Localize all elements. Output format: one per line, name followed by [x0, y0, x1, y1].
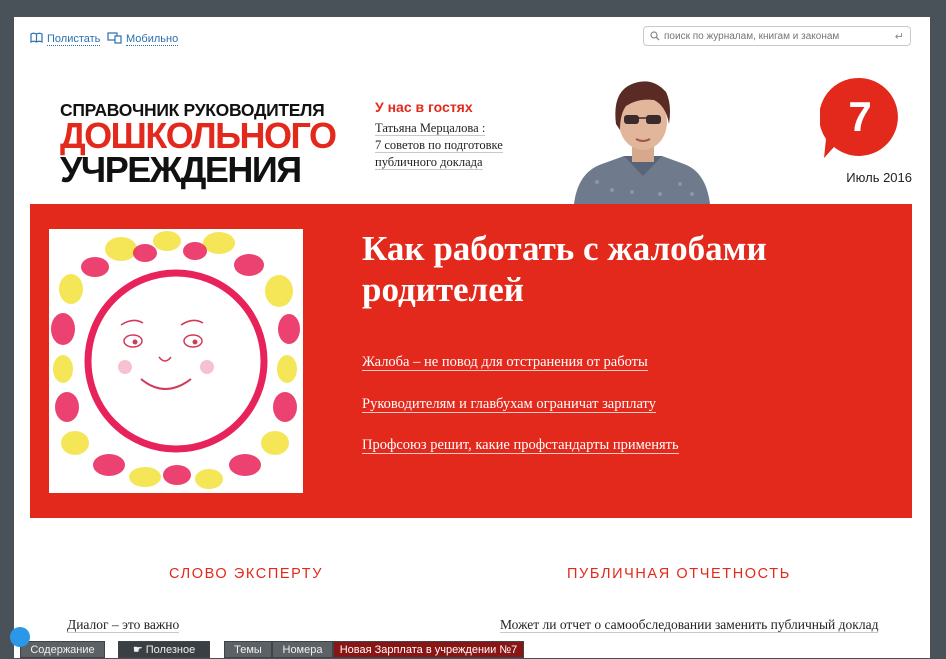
guest-block: У нас в гостях Татьяна Мерцалова : 7 сов…: [375, 99, 575, 171]
book-icon: [30, 32, 43, 46]
magazine-page: Полистать Мобильно ↵ СПРАВОЧНИК РУКОВОДИ…: [14, 17, 930, 658]
issue-number: 7: [848, 93, 872, 140]
enter-icon[interactable]: ↵: [895, 30, 904, 43]
article-link-reporting[interactable]: Может ли отчет о самообследовании замени…: [500, 616, 880, 634]
promo-tab[interactable]: Новая Зарплата в учреждении №7: [333, 641, 524, 658]
cover-link-3-text: Профсоюз решит, какие профстандарты прим…: [362, 437, 679, 454]
article-expert-text: Диалог – это важно: [67, 617, 180, 633]
pointing-hand-icon: ☛: [132, 644, 143, 656]
article-reporting-text: Может ли отчет о самообследовании замени…: [500, 617, 879, 633]
useful-tab-label: Полезное: [145, 644, 196, 656]
logo-line-2: ДОШКОЛЬНОГО: [60, 115, 337, 156]
cover-story: Как работать с жалобами родителей Жалоба…: [30, 204, 912, 518]
mobile-link[interactable]: Мобильно: [107, 32, 179, 47]
flip-link[interactable]: Полистать: [30, 32, 101, 46]
cover-illustration[interactable]: [49, 229, 303, 493]
guest-photo[interactable]: [572, 72, 712, 204]
cover-link-1[interactable]: Жалоба – не повод для отстранения от раб…: [362, 354, 648, 371]
devices-icon: [107, 32, 122, 47]
article-link-expert[interactable]: Диалог – это важно: [67, 616, 180, 634]
guest-line-3: публичного доклада: [375, 155, 483, 170]
issue-date: Июль 2016: [846, 170, 912, 185]
cover-link-2-text: Руководителям и главбухам ограничат зарп…: [362, 396, 656, 413]
section-title-reporting[interactable]: ПУБЛИЧНАЯ ОТЧЕТНОСТЬ: [567, 566, 791, 582]
bottom-navigation: Содержание ☛ Полезное Темы Номера Новая …: [0, 639, 946, 658]
mobile-label: Мобильно: [126, 33, 179, 46]
cover-link-2[interactable]: Руководителям и главбухам ограничат зарп…: [362, 396, 656, 413]
useful-tab[interactable]: ☛ Полезное: [118, 641, 210, 658]
issue-badge: 7: [820, 77, 900, 159]
top-toolbar: Полистать Мобильно ↵: [14, 17, 930, 59]
guest-title: У нас в гостях: [375, 99, 473, 115]
search-input[interactable]: [664, 30, 889, 42]
flip-label: Полистать: [47, 32, 101, 46]
section-title-expert[interactable]: СЛОВО ЭКСПЕРТУ: [169, 566, 323, 582]
contents-tab[interactable]: Содержание: [20, 641, 105, 658]
issues-tab[interactable]: Номера: [272, 641, 333, 658]
cover-link-3[interactable]: Профсоюз решит, какие профстандарты прим…: [362, 437, 679, 454]
guest-line-1: Татьяна Мерцалова :: [375, 121, 486, 136]
logo-line-3: УЧРЕЖДЕНИЯ: [60, 149, 302, 190]
themes-tab[interactable]: Темы: [224, 641, 272, 658]
help-dot-button[interactable]: [10, 627, 30, 647]
cover-link-1-text: Жалоба – не повод для отстранения от раб…: [362, 354, 648, 371]
search-box: ↵: [643, 26, 911, 46]
guest-link[interactable]: Татьяна Мерцалова : 7 советов по подгото…: [375, 120, 575, 171]
search-icon: [650, 31, 660, 41]
guest-line-2: 7 советов по подготовке: [375, 138, 503, 153]
cover-title[interactable]: Как работать с жалобами родителей: [362, 228, 882, 310]
magazine-logo[interactable]: СПРАВОЧНИК РУКОВОДИТЕЛЯ ДОШКОЛЬНОГО УЧРЕ…: [60, 101, 350, 190]
